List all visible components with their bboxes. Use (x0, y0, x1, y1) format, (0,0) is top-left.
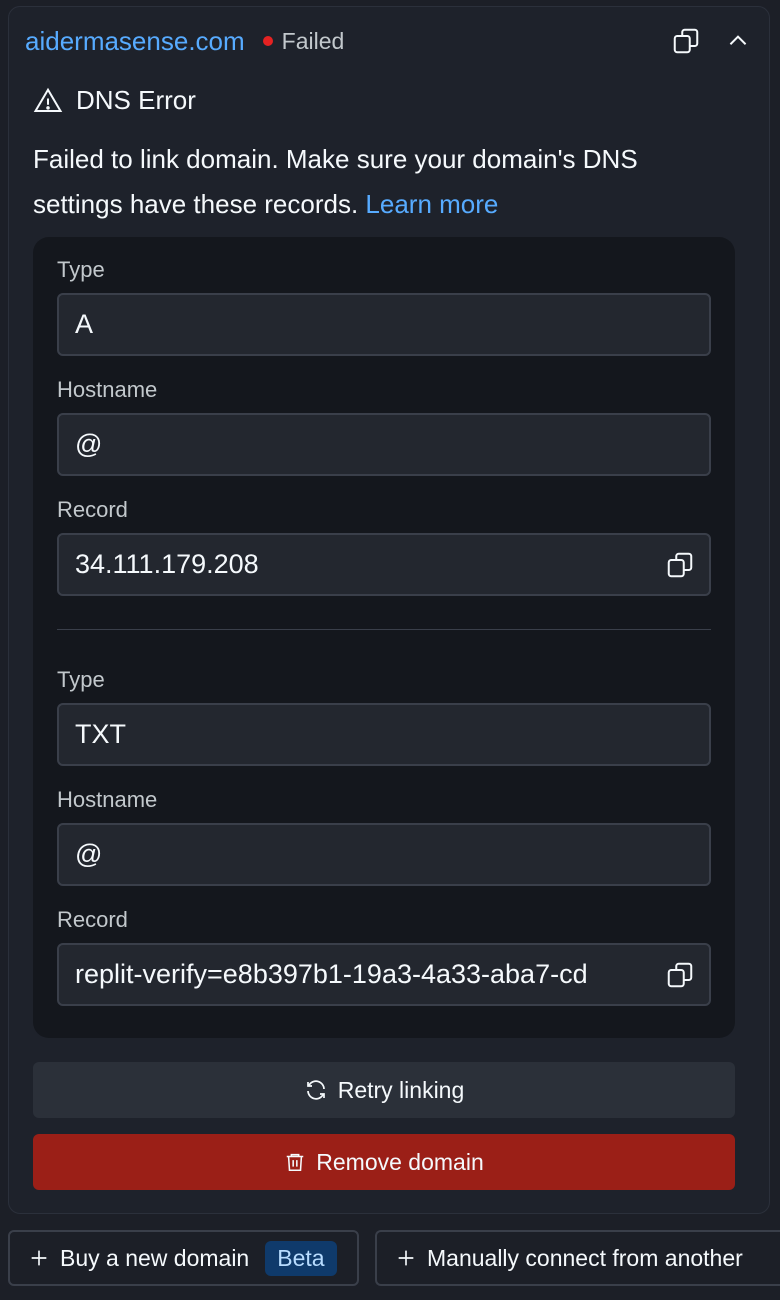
status-dot (262, 36, 273, 46)
record-value: replit-verify=e8b397b1-19a3-4a33-aba7-cd (75, 959, 588, 989)
type-label: Type (57, 257, 105, 282)
hostname-label: Hostname (57, 787, 158, 812)
type-field[interactable]: TXT (57, 703, 711, 766)
manual-connect-button[interactable]: Manually connect from another (375, 1230, 780, 1286)
copy-icon[interactable] (671, 26, 701, 56)
hostname-label: Hostname (57, 377, 158, 402)
chevron-up-icon[interactable] (723, 26, 753, 56)
domain-header: aidermasense.com Failed (25, 23, 753, 59)
domain-link[interactable]: aidermasense.com (25, 26, 245, 57)
plus-icon (398, 1250, 414, 1266)
record-value: 34.111.179.208 (75, 549, 259, 579)
remove-domain-label: Remove domain (316, 1148, 484, 1175)
plus-icon (31, 1250, 47, 1266)
record-divider (57, 629, 711, 630)
error-title: DNS Error (33, 85, 196, 116)
type-field[interactable]: A (57, 293, 711, 356)
error-message: Failed to link domain. Make sure your do… (33, 137, 733, 227)
type-label: Type (57, 667, 105, 692)
record-field[interactable]: 34.111.179.208 (57, 533, 711, 596)
trash-icon (287, 1153, 304, 1172)
hostname-field[interactable]: @ (57, 823, 711, 886)
dns-records-card: Type A Hostname @ Record 34.111.179.208 … (33, 237, 735, 1038)
learn-more-link[interactable]: Learn more (365, 189, 498, 219)
record-field[interactable]: replit-verify=e8b397b1-19a3-4a33-aba7-cd (57, 943, 711, 1006)
retry-linking-button[interactable]: Retry linking (33, 1062, 735, 1118)
buy-domain-button[interactable]: Buy a new domain Beta (8, 1230, 359, 1286)
record-label: Record (57, 497, 128, 522)
retry-linking-label: Retry linking (337, 1076, 465, 1103)
type-value: A (75, 309, 94, 339)
hostname-value: @ (75, 429, 103, 459)
status-badge: Failed (262, 27, 345, 55)
type-value: TXT (75, 719, 126, 749)
manual-connect-label: Manually connect from another (427, 1244, 743, 1271)
beta-badge: Beta (265, 1240, 337, 1276)
warning-icon (33, 87, 63, 112)
domain-panel: aidermasense.com Failed DNS Error Failed… (8, 6, 770, 1214)
error-title-text: DNS Error (76, 85, 196, 115)
status-label: Failed (281, 27, 345, 54)
error-message-text: Failed to link domain. Make sure your do… (33, 144, 638, 219)
copy-icon[interactable] (665, 960, 695, 997)
buy-domain-label: Buy a new domain (60, 1244, 250, 1271)
copy-icon[interactable] (665, 550, 695, 587)
remove-domain-button[interactable]: Remove domain (33, 1134, 735, 1190)
refresh-icon (306, 1080, 325, 1100)
hostname-field[interactable]: @ (57, 413, 711, 476)
record-label: Record (57, 907, 128, 932)
hostname-value: @ (75, 839, 103, 869)
